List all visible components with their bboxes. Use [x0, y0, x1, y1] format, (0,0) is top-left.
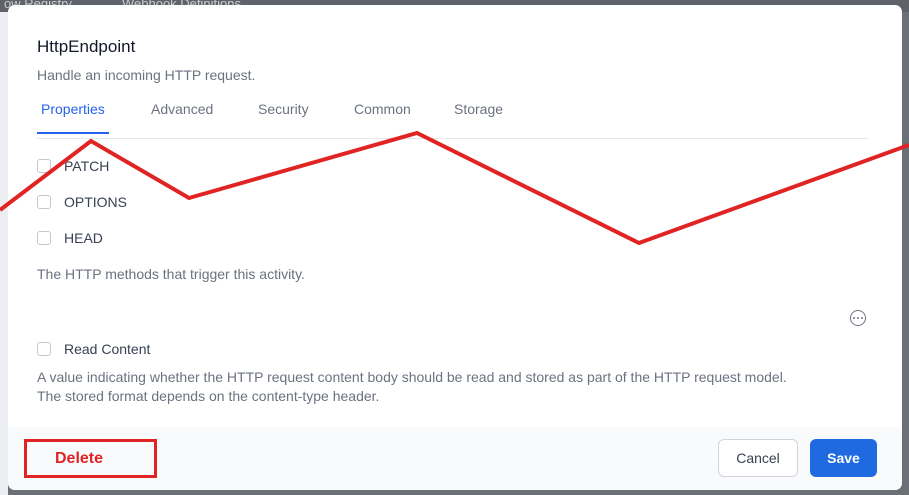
activity-editor-modal: HttpEndpoint Handle an incoming HTTP req… — [8, 5, 902, 490]
tab-properties[interactable]: Properties — [37, 101, 109, 134]
methods-help-text: The HTTP methods that trigger this activ… — [37, 266, 305, 282]
method-head-checkbox[interactable] — [37, 231, 51, 245]
modal-footer: Delete Cancel Save — [8, 427, 902, 490]
save-button[interactable]: Save — [810, 439, 877, 477]
method-patch-label: PATCH — [64, 158, 110, 174]
modal-title: HttpEndpoint — [37, 37, 136, 56]
method-options-row: OPTIONS — [37, 192, 127, 212]
method-patch-row: PATCH — [37, 156, 109, 176]
read-content-help-text: A value indicating whether the HTTP requ… — [37, 368, 787, 406]
read-content-label: Read Content — [64, 341, 151, 357]
tab-advanced[interactable]: Advanced — [147, 101, 217, 135]
read-content-help-line-2: The stored format depends on the content… — [37, 388, 380, 404]
background-page-edge — [0, 12, 8, 495]
method-options-label: OPTIONS — [64, 194, 128, 210]
more-options-icon[interactable] — [850, 310, 866, 326]
method-options-checkbox[interactable] — [37, 195, 51, 209]
delete-button[interactable]: Delete — [24, 439, 157, 478]
tab-bar: Properties Advanced Security Common Stor… — [37, 93, 868, 139]
read-content-checkbox[interactable] — [37, 342, 51, 356]
tab-common[interactable]: Common — [350, 101, 415, 135]
method-patch-checkbox[interactable] — [37, 159, 51, 173]
cancel-button[interactable]: Cancel — [718, 439, 798, 477]
modal-header: HttpEndpoint Handle an incoming HTTP req… — [37, 37, 255, 83]
tab-storage[interactable]: Storage — [450, 101, 507, 135]
read-content-help-line-1: A value indicating whether the HTTP requ… — [37, 369, 787, 385]
tab-security[interactable]: Security — [254, 101, 313, 135]
method-head-row: HEAD — [37, 228, 103, 248]
read-content-row: Read Content — [37, 339, 150, 359]
modal-subtitle: Handle an incoming HTTP request. — [37, 67, 256, 83]
method-head-label: HEAD — [64, 230, 103, 246]
